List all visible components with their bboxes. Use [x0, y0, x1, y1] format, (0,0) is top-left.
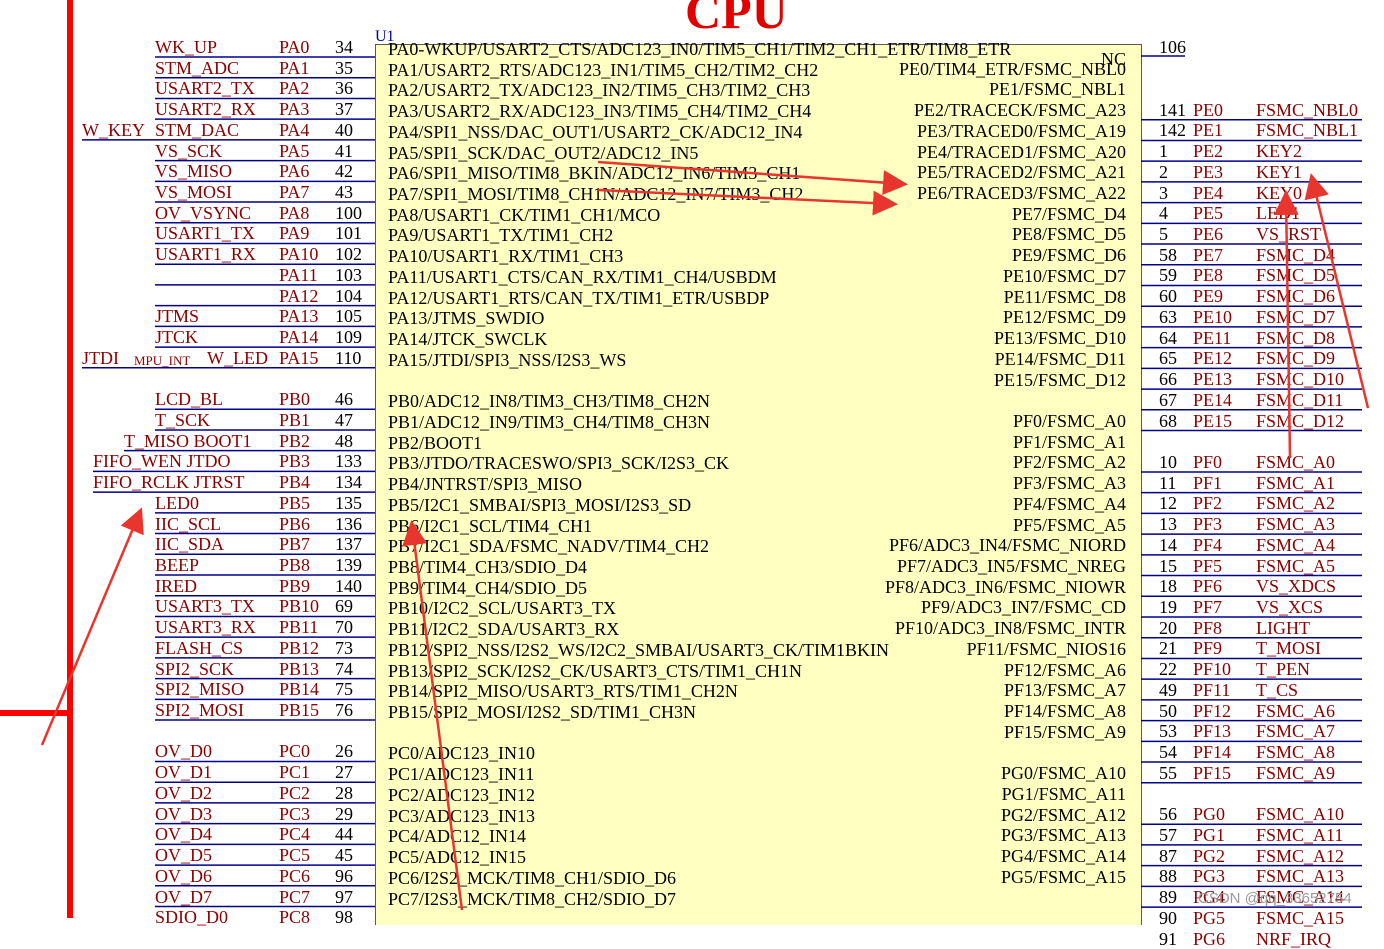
- annotation-arrow: [402, 520, 464, 911]
- annotation-arrow: [597, 188, 898, 216]
- pin-number: 91: [1159, 928, 1177, 949]
- pin-name: PG6: [1193, 928, 1226, 949]
- watermark: CSDN @qq_33652754: [1198, 890, 1352, 907]
- annotation-arrow: [1304, 173, 1370, 409]
- annotation-layer: [0, 0, 1370, 918]
- annotation-arrow: [40, 507, 144, 746]
- annotation-arrow: [597, 160, 908, 196]
- net-label: NRF_IRQ: [1256, 928, 1332, 949]
- schematic: CPU U1 WK_UP PA0 34 PA0-WKUP/USART2_CTS/ADC…: [0, 0, 1384, 948]
